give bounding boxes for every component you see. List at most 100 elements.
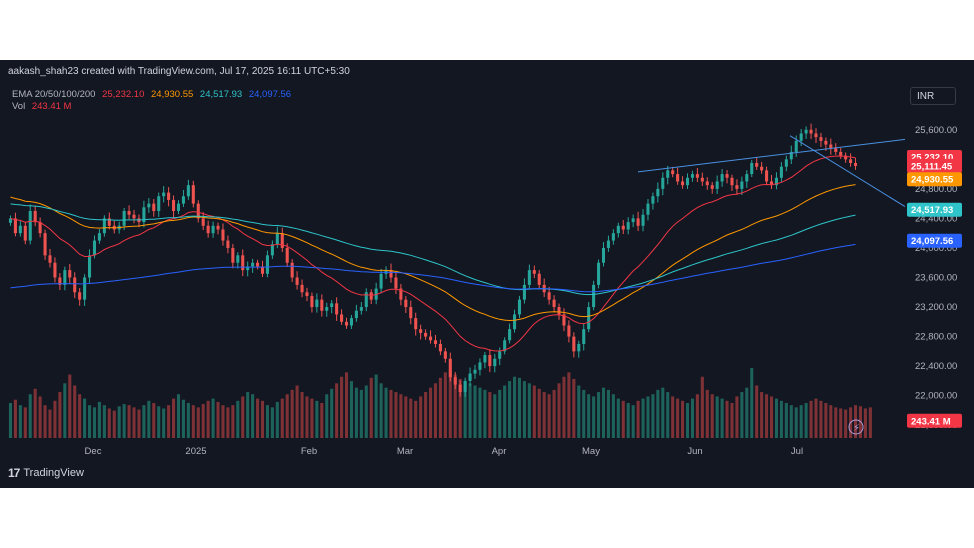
volume-bar [834, 407, 838, 438]
volume-bar [740, 392, 744, 438]
volume-bar [186, 403, 190, 438]
candle-body [340, 314, 344, 322]
candle-body [700, 177, 704, 182]
candle-body [473, 369, 477, 374]
ema50-value: 24,930.55 [151, 89, 194, 100]
volume-bar [730, 403, 734, 438]
candle-body [458, 384, 462, 392]
y-tick-label: 25,600.00 [915, 125, 957, 136]
candle-body [829, 144, 833, 149]
volume-bar [587, 394, 591, 438]
candle-body [695, 174, 699, 178]
candle-body [335, 303, 339, 315]
volume-bar [661, 387, 665, 438]
volume-bar [374, 374, 378, 438]
volume-bar [132, 407, 136, 438]
candlestick-chart[interactable]: 25,600.0025,200.0024,800.0024,400.0024,0… [0, 60, 974, 488]
candle-body [359, 307, 363, 311]
candle-body [572, 336, 576, 352]
volume-bar [547, 394, 551, 438]
ema-label: EMA 20/50/100/200 [12, 89, 96, 100]
volume-bar [765, 394, 769, 438]
volume-bar [755, 385, 759, 438]
candle-body [122, 211, 126, 226]
x-tick-label: Feb [301, 446, 317, 457]
volume-bar [428, 387, 433, 438]
y-tick-label: 22,400.00 [915, 361, 957, 372]
candle-body [552, 299, 556, 308]
candle-body [666, 170, 670, 178]
volume-bar [666, 392, 670, 438]
volume-bar [690, 398, 694, 438]
candle-body [799, 133, 803, 141]
volume-bar [162, 408, 166, 438]
candle-body [419, 329, 423, 333]
volume-bar [695, 394, 699, 438]
volume-bar [68, 374, 72, 438]
candle-body [621, 225, 625, 230]
candle-body [488, 355, 492, 367]
volume-bar [310, 398, 314, 438]
volume-bar [799, 405, 803, 438]
candle-body [522, 284, 526, 300]
volume-bar [28, 394, 32, 438]
volume-bar [508, 381, 512, 438]
volume-bar [641, 398, 645, 438]
candle-body [424, 332, 428, 337]
volume-bar [517, 377, 522, 438]
currency-selector[interactable]: INR [910, 87, 956, 105]
x-tick-label: May [582, 446, 600, 457]
volume-bar [557, 383, 561, 438]
candle-body [48, 255, 52, 263]
volume-bar [631, 405, 635, 438]
volume-bar [300, 392, 304, 438]
volume-bar [700, 376, 704, 438]
candle-body [97, 233, 101, 241]
volume-bar [685, 403, 690, 438]
candle-body [720, 174, 724, 182]
volume-bar [48, 409, 52, 438]
candle-body [537, 273, 541, 285]
volume-bar [83, 398, 87, 438]
candle-body [127, 211, 131, 215]
tradingview-footer[interactable]: 17 TradingView [8, 466, 84, 480]
candle-body [394, 277, 398, 289]
candle-body [68, 270, 72, 278]
volume-bar [488, 392, 492, 438]
volume-bar [354, 387, 358, 438]
candle-body [517, 299, 522, 315]
volume-bar [819, 400, 823, 438]
y-tick-label: 22,800.00 [915, 332, 957, 343]
ema100-value: 24,517.93 [199, 89, 243, 100]
candle-body [33, 211, 37, 223]
candle-body [483, 355, 487, 363]
volume-bar [829, 405, 833, 438]
volume-bar [681, 400, 685, 438]
candle-body [38, 222, 42, 234]
volume-bar [127, 405, 131, 438]
volume-bar [527, 383, 531, 438]
price-label-text: 25,111.45 [911, 161, 953, 172]
x-tick-label: Mar [397, 446, 413, 457]
volume-bar [23, 407, 27, 438]
volume-bar [78, 394, 82, 438]
candle-body [275, 233, 279, 245]
candle-body [834, 148, 838, 152]
upper-trendline [637, 138, 906, 173]
candle-body [325, 307, 329, 311]
candle-body [73, 277, 77, 293]
candle-body [755, 163, 759, 167]
volume-bar [147, 400, 151, 438]
candle-body [443, 351, 447, 359]
candle-body [201, 218, 205, 226]
volume-bar [92, 407, 97, 438]
candle-body [305, 292, 309, 296]
volume-bar [389, 389, 393, 438]
candle-body [433, 340, 438, 344]
ema100-line [10, 203, 856, 296]
candle-body [508, 329, 512, 341]
volume-bar [157, 406, 161, 438]
candle-body [295, 277, 299, 285]
candle-body [152, 203, 156, 212]
volume-bar [424, 392, 428, 438]
